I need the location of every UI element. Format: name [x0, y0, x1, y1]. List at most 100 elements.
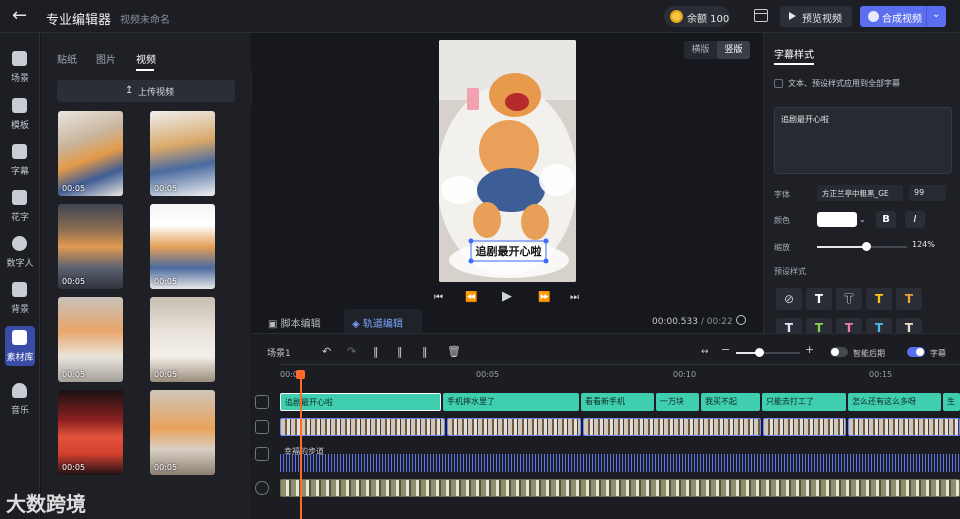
split-icon[interactable]: ‖ [373, 345, 379, 358]
rewind-icon[interactable]: ⏪ [465, 292, 477, 303]
landscape-option[interactable]: 横版 [684, 41, 717, 59]
subtitle-text-input[interactable]: 追剧最开心啦 [774, 107, 952, 174]
video-clip[interactable] [763, 418, 846, 436]
scale-slider-knob[interactable] [862, 242, 871, 251]
video-thumb[interactable]: 00:05 [150, 204, 215, 289]
subtitle-toggle[interactable] [907, 347, 925, 357]
nav-digital-human[interactable]: 数字人 [0, 232, 40, 276]
skip-end-icon[interactable]: ⏭ [570, 292, 579, 303]
scale-value[interactable]: 124% [912, 240, 935, 249]
bgm-track-icon [255, 481, 269, 495]
portrait-option[interactable]: 竖版 [717, 41, 750, 59]
fit-icon[interactable]: ↔ [701, 347, 709, 357]
nav-material-library[interactable]: 素材库 [0, 326, 40, 370]
watermark-logo: 大数跨境 [6, 492, 86, 516]
video-caption[interactable]: 追剧最开心啦 [469, 243, 548, 259]
apply-all-checkbox[interactable] [774, 79, 783, 88]
font-size-input[interactable]: 99 [909, 185, 946, 201]
preview-video-button[interactable]: 预览视频 [780, 6, 852, 27]
nav-fancy-text[interactable]: 花字 [0, 186, 40, 230]
redo-icon[interactable]: ↷ [347, 345, 356, 358]
preset-blue[interactable]: T [866, 318, 892, 333]
tab-track-edit[interactable]: ◈ 轨道编辑 [352, 315, 403, 330]
zoom-in-icon[interactable]: + [805, 343, 814, 356]
preset-none[interactable]: ⊘ [776, 288, 802, 310]
preset-outline[interactable]: T [836, 288, 862, 310]
ruler-label: 00:10 [673, 370, 697, 379]
time-separator: / [700, 317, 704, 327]
preview-area: 横版 竖版 追剧最开心啦 ⏮ ⏪ ▶ ⏩ ⏭ ▣ 脚本编辑 ◈ 轨道编辑 00:… [252, 33, 762, 333]
chevron-down-icon[interactable]: ⌄ [859, 212, 869, 227]
nav-subtitle[interactable]: 字幕 [0, 140, 40, 184]
playhead[interactable] [300, 371, 302, 519]
tab-videos[interactable]: 视频 [136, 51, 156, 66]
subtitle-clip[interactable]: 看看新手机 [581, 393, 654, 411]
audio-waveform[interactable] [280, 454, 960, 472]
undo-icon[interactable]: ↶ [322, 345, 331, 358]
color-swatch[interactable] [817, 212, 857, 227]
italic-button[interactable]: I [905, 211, 925, 228]
tab-track-edit-label: 轨道编辑 [362, 319, 403, 330]
font-select[interactable]: 方正兰亭中粗黑_GE [817, 185, 903, 201]
delete-icon[interactable]: 🗑 [447, 345, 461, 358]
subtitle-toggle-label: 字幕 [930, 349, 946, 358]
upload-video-button[interactable]: ↥ 上传视频 [57, 80, 235, 102]
video-thumb[interactable]: 00:05 [150, 111, 215, 196]
video-name[interactable]: 视频未命名 [120, 11, 170, 26]
tab-script-edit[interactable]: ▣ 脚本编辑 [268, 315, 321, 330]
zoom-slider-knob[interactable] [755, 348, 764, 357]
nav-label: 素材库 [6, 353, 34, 363]
subtitle-clip[interactable]: 只能去打工了 [762, 393, 846, 411]
fast-forward-icon[interactable]: ⏩ [538, 292, 550, 303]
nav-scene[interactable]: 场景 [0, 47, 40, 91]
preset-orange[interactable]: T [896, 288, 922, 310]
play-icon[interactable]: ▶ [502, 289, 512, 304]
compose-video-button[interactable]: 合成视频 ⌄ [860, 6, 946, 27]
preset-white[interactable]: T [806, 288, 832, 310]
tab-stickers[interactable]: 贴纸 [57, 51, 77, 66]
video-thumb[interactable]: 00:05 [150, 390, 215, 475]
skip-start-icon[interactable]: ⏮ [434, 292, 443, 303]
zoom-slider-track[interactable] [760, 352, 800, 354]
video-thumb[interactable]: 00:05 [150, 297, 215, 382]
nav-background[interactable]: 背景 [0, 278, 40, 322]
subtitle-clip[interactable]: 生 [943, 393, 960, 411]
zoom-icon[interactable] [736, 315, 746, 325]
video-thumb[interactable]: 00:05 [58, 204, 123, 289]
tab-images[interactable]: 图片 [96, 51, 116, 66]
video-thumb[interactable]: 00:05 [58, 297, 123, 382]
subtitle-clip[interactable]: 手机摔水里了 [443, 393, 579, 411]
subtitle-clip[interactable]: 追剧最开心啦 [280, 393, 441, 411]
video-thumb[interactable]: 00:05 [58, 111, 123, 196]
editor-title: 专业编辑器 [46, 13, 112, 28]
video-clip[interactable] [447, 418, 581, 436]
nav-label: 背景 [10, 305, 29, 315]
calendar-icon[interactable] [754, 9, 768, 22]
bgm-clip[interactable] [280, 479, 960, 497]
video-canvas[interactable]: 追剧最开心啦 [439, 40, 576, 282]
preset-yellow[interactable]: T [866, 288, 892, 310]
video-thumb[interactable]: 00:05 [58, 390, 123, 475]
video-clip[interactable] [280, 418, 445, 436]
bold-button[interactable]: B [876, 211, 896, 228]
subtitle-clip[interactable]: 一万块 [656, 393, 699, 411]
preset-green[interactable]: T [806, 318, 832, 333]
chevron-down-icon[interactable]: ⌄ [932, 9, 940, 20]
nav-music[interactable]: 音乐 [0, 379, 40, 423]
video-clip[interactable] [583, 418, 761, 436]
zoom-out-icon[interactable]: − [721, 343, 730, 356]
split-left-icon[interactable]: ‖ [397, 345, 403, 358]
split-right-icon[interactable]: ‖ [422, 345, 428, 358]
preset-cream[interactable]: T [896, 318, 922, 333]
balance-badge[interactable]: 余额 100 [664, 6, 730, 27]
subtitle-clip[interactable]: 我买不起 [701, 393, 760, 411]
smart-post-toggle[interactable] [830, 347, 848, 357]
video-clip[interactable] [848, 418, 960, 436]
preset-light[interactable]: T [776, 318, 802, 333]
preset-pink[interactable]: T [836, 318, 862, 333]
scale-slider-track[interactable] [867, 246, 907, 248]
nav-label: 音乐 [10, 406, 29, 416]
subtitle-clip[interactable]: 怎么还有这么多呀 [848, 393, 941, 411]
nav-template[interactable]: 模板 [0, 94, 40, 138]
back-arrow-icon[interactable]: ← [12, 7, 32, 27]
